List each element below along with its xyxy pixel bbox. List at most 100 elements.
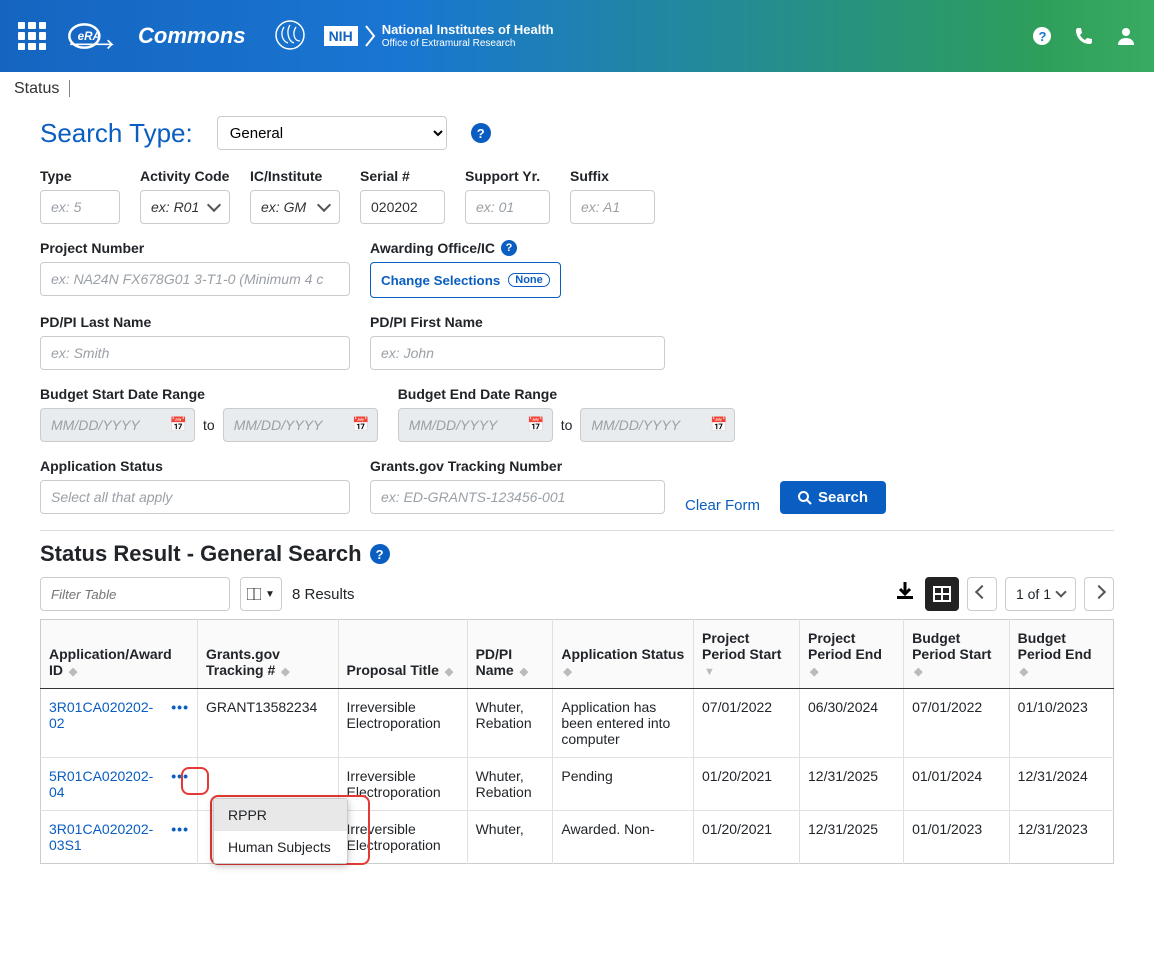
- support-label: Support Yr.: [465, 168, 550, 184]
- col-pps[interactable]: Project Period Start ▼: [694, 620, 800, 689]
- page-indicator[interactable]: 1 of 1: [1005, 577, 1076, 611]
- apps-grid-icon[interactable]: [18, 22, 46, 50]
- cell-ppe: 12/31/2025: [800, 758, 904, 811]
- user-icon[interactable]: [1116, 26, 1136, 46]
- row-actions-icon[interactable]: •••: [171, 821, 189, 837]
- cell-bpe: 12/31/2023: [1009, 811, 1113, 864]
- cell-pdpi: Whuter,: [467, 811, 553, 864]
- project-input[interactable]: [40, 262, 350, 296]
- search-type-label: Search Type:: [40, 118, 193, 149]
- era-logo: eRA: [66, 16, 116, 56]
- chevron-left-icon: [975, 585, 989, 599]
- search-button[interactable]: Search: [780, 481, 886, 514]
- help-icon[interactable]: ?: [1032, 26, 1052, 46]
- col-appstatus[interactable]: Application Status ◆: [553, 620, 694, 689]
- calendar-icon[interactable]: 📅: [352, 416, 369, 433]
- search-type-help-icon[interactable]: ?: [471, 123, 491, 143]
- appstatus-label: Application Status: [40, 458, 350, 474]
- hhs-logo-icon: [274, 19, 306, 54]
- cell-bpe: 12/31/2024: [1009, 758, 1113, 811]
- results-count: 8 Results: [292, 586, 355, 603]
- download-icon[interactable]: [893, 580, 917, 608]
- appid-link[interactable]: 3R01CA020202-02: [49, 699, 161, 731]
- table-row: 5R01CA020202-04 ••• Irreversible Electropo…: [41, 758, 1114, 811]
- cell-ppe: 12/31/2025: [800, 811, 904, 864]
- search-type-select[interactable]: General: [217, 116, 447, 150]
- lastname-input[interactable]: [40, 336, 350, 370]
- next-page-button[interactable]: [1084, 577, 1114, 611]
- lastname-label: PD/PI Last Name: [40, 314, 350, 330]
- cell-pdpi: Whuter, Rebation: [467, 758, 553, 811]
- breadcrumb-status[interactable]: Status: [14, 80, 70, 97]
- activity-label: Activity Code: [140, 168, 230, 184]
- sort-icon: ◆: [445, 666, 453, 678]
- appid-link[interactable]: 3R01CA020202-03S1: [49, 821, 161, 853]
- ic-label: IC/Institute: [250, 168, 340, 184]
- budget-end-label: Budget End Date Range: [398, 386, 736, 402]
- nih-subtitle: Office of Extramural Research: [382, 38, 554, 49]
- sort-icon: ◆: [520, 666, 528, 678]
- results-table: Application/Award ID ◆ Grants.gov Tracki…: [40, 619, 1114, 864]
- popup-item-human-subjects[interactable]: Human Subjects: [214, 831, 347, 863]
- search-icon: [798, 491, 812, 505]
- firstname-input[interactable]: [370, 336, 665, 370]
- calendar-icon[interactable]: 📅: [527, 416, 544, 433]
- popup-item-rppr[interactable]: RPPR: [214, 799, 347, 831]
- cell-status: Application has been entered into comput…: [553, 689, 694, 758]
- cell-pps: 01/20/2021: [694, 811, 800, 864]
- to-label: to: [561, 417, 573, 433]
- sort-icon: ◆: [281, 666, 289, 678]
- nih-logo: NIH National Institutes of Health Office…: [324, 23, 554, 48]
- filter-table-input[interactable]: [40, 577, 230, 611]
- cell-title: Irreversible Electroporation: [338, 811, 467, 864]
- none-pill: None: [508, 273, 550, 287]
- support-input[interactable]: [465, 190, 550, 224]
- table-view-button[interactable]: [925, 577, 959, 611]
- svg-text:?: ?: [1039, 29, 1047, 44]
- tracking-input[interactable]: [370, 480, 665, 514]
- activity-select[interactable]: ex: R01: [140, 190, 230, 224]
- chevron-down-icon: [1055, 586, 1066, 597]
- type-input[interactable]: [40, 190, 120, 224]
- svg-text:eRA: eRA: [78, 30, 101, 43]
- cell-tracking: GRANT13582234: [198, 689, 339, 758]
- col-ppe[interactable]: Project Period End ◆: [800, 620, 904, 689]
- prev-page-button[interactable]: [967, 577, 997, 611]
- clear-form-button[interactable]: Clear Form: [685, 497, 760, 514]
- col-tracking[interactable]: Grants.gov Tracking # ◆: [198, 620, 339, 689]
- cell-title: Irreversible Electroporation: [338, 689, 467, 758]
- phone-icon[interactable]: [1074, 26, 1094, 46]
- row-actions-icon[interactable]: •••: [171, 699, 189, 715]
- cell-ppe: 06/30/2024: [800, 689, 904, 758]
- col-bpe[interactable]: Budget Period End ◆: [1009, 620, 1113, 689]
- col-title[interactable]: Proposal Title ◆: [338, 620, 467, 689]
- cell-pps: 01/20/2021: [694, 758, 800, 811]
- calendar-icon[interactable]: 📅: [170, 416, 187, 433]
- appstatus-input[interactable]: [40, 480, 350, 514]
- sort-desc-icon: ▼: [704, 666, 715, 678]
- col-bps[interactable]: Budget Period Start ◆: [904, 620, 1010, 689]
- row-actions-icon[interactable]: •••: [171, 768, 189, 784]
- ic-select[interactable]: ex: GM: [250, 190, 340, 224]
- suffix-input[interactable]: [570, 190, 655, 224]
- cell-bps: 01/01/2023: [904, 811, 1010, 864]
- results-title: Status Result - General Search ?: [40, 541, 1114, 567]
- calendar-icon[interactable]: 📅: [710, 416, 727, 433]
- cell-pps: 07/01/2022: [694, 689, 800, 758]
- cell-bpe: 01/10/2023: [1009, 689, 1113, 758]
- type-label: Type: [40, 168, 120, 184]
- col-appid[interactable]: Application/Award ID ◆: [41, 620, 198, 689]
- sort-icon: ◆: [563, 666, 571, 678]
- change-selections-button[interactable]: Change Selections None: [370, 262, 561, 298]
- awarding-help-icon[interactable]: ?: [501, 240, 517, 256]
- chevron-down-icon: [207, 198, 221, 212]
- col-pdpi[interactable]: PD/PI Name ◆: [467, 620, 553, 689]
- serial-input[interactable]: [360, 190, 445, 224]
- firstname-label: PD/PI First Name: [370, 314, 665, 330]
- results-help-icon[interactable]: ?: [370, 544, 390, 564]
- cell-title: Irreversible Electroporation: [338, 758, 467, 811]
- project-label: Project Number: [40, 240, 350, 256]
- appid-link[interactable]: 5R01CA020202-04: [49, 768, 161, 800]
- column-picker-button[interactable]: ▼: [240, 577, 282, 611]
- suffix-label: Suffix: [570, 168, 655, 184]
